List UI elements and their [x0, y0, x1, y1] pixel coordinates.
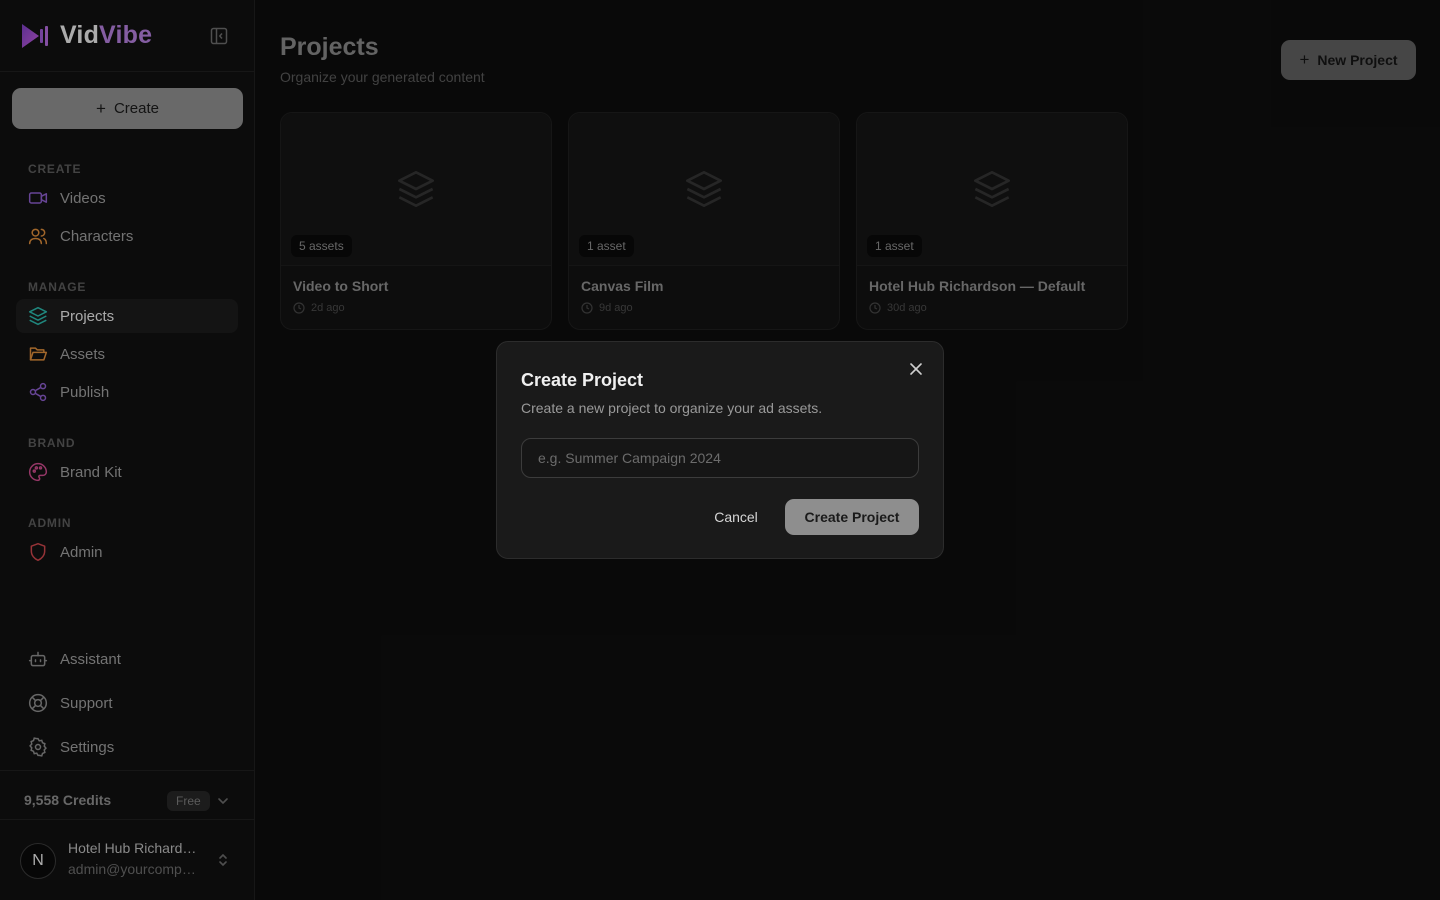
cancel-button[interactable]: Cancel: [705, 499, 767, 534]
create-project-dialog: Create Project Create a new project to o…: [496, 341, 944, 559]
project-name-input[interactable]: [521, 438, 919, 478]
close-icon[interactable]: [907, 360, 925, 378]
dialog-title: Create Project: [521, 370, 644, 390]
dialog-description: Create a new project to organize your ad…: [521, 400, 823, 416]
create-project-button[interactable]: Create Project: [785, 499, 919, 535]
